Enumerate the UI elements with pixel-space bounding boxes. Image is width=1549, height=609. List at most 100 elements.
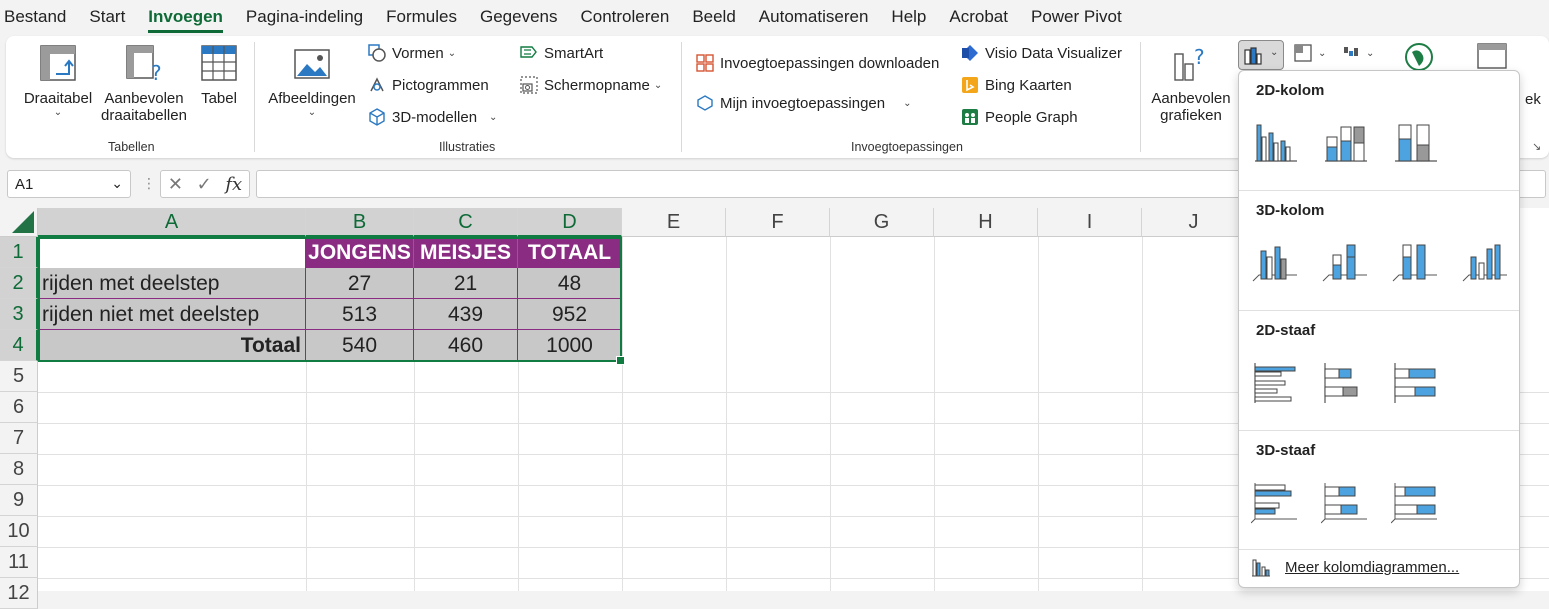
row-header-9[interactable]: 9 [0,485,38,516]
3d-stacked-column-icon[interactable] [1321,237,1369,285]
3d-column-icon[interactable] [1461,237,1509,285]
row-header-8[interactable]: 8 [0,454,38,485]
menu-gegevens[interactable]: Gegevens [480,7,558,27]
column-header-j[interactable]: J [1142,208,1246,237]
cell-a3[interactable]: rijden niet met deelstep [38,299,306,330]
cell-c4[interactable]: 460 [414,330,518,361]
row-header-3[interactable]: 3 [0,299,38,330]
menu-help[interactable]: Help [891,7,926,27]
3d-clustered-column-icon[interactable] [1251,237,1299,285]
menu-power-pivot[interactable]: Power Pivot [1031,7,1122,27]
group-illustraties: Illustraties [439,140,496,154]
aanbevolen-label-1: Aanbevolen [104,90,184,107]
row-header-1[interactable]: 1 [0,237,38,268]
chevron-down-icon[interactable]: ⌄ [111,175,123,192]
menu-formules[interactable]: Formules [386,7,457,27]
hierarchy-chart-button[interactable]: ⌄ [1294,44,1326,62]
icons-icon [370,77,384,92]
column-header-d[interactable]: D [518,208,622,237]
cell-c2[interactable]: 21 [414,268,518,299]
row-header-4[interactable]: 4 [0,330,38,361]
row-header-6[interactable]: 6 [0,392,38,423]
maps-chart-button[interactable] [1404,42,1440,72]
cell-a4[interactable]: Totaal [38,330,306,361]
smartart-button[interactable]: SmartArt [520,44,603,62]
tabel-button[interactable]: Tabel [196,44,242,107]
invoegtoepassingen-downloaden-button[interactable]: Invoegtoepassingen downloaden [696,54,939,72]
menu-invoegen[interactable]: Invoegen [148,7,223,33]
cell-d2[interactable]: 48 [518,268,622,299]
people-graph-button[interactable]: People Graph [961,108,1078,126]
cell-b3[interactable]: 513 [306,299,414,330]
column-chart-button[interactable]: ⌄ [1238,40,1284,70]
row-header-5[interactable]: 5 [0,361,38,392]
column-header-c[interactable]: C [414,208,518,237]
column-header-e[interactable]: E [622,208,726,237]
menu-pagina-indeling[interactable]: Pagina-indeling [246,7,363,27]
menu-start[interactable]: Start [89,7,125,27]
cell-d4[interactable]: 1000 [518,330,622,361]
vormen-button[interactable]: Vormen ⌄ [368,44,456,62]
row-header-7[interactable]: 7 [0,423,38,454]
clustered-column-icon[interactable] [1251,117,1299,165]
pictogrammen-button[interactable]: Pictogrammen [368,76,489,94]
mijn-invoegtoepassingen-button[interactable]: Mijn invoegtoepassingen ⌄ [696,94,912,112]
clustered-bar-icon[interactable] [1251,359,1299,407]
stacked-column-icon[interactable] [1321,117,1369,165]
cell-b1[interactable]: JONGENS [306,237,414,268]
cell-b2[interactable]: 27 [306,268,414,299]
name-box[interactable]: A1 ⌄ [7,170,131,198]
afbeeldingen-button[interactable]: Afbeeldingen ⌄ [262,46,362,118]
stacked-bar-icon[interactable] [1321,359,1369,407]
row-header-12[interactable]: 12 [0,578,38,609]
separator [254,42,255,152]
aanbevolen-draaitabellen-button[interactable]: ? Aanbevolen draaitabellen [100,44,188,124]
3d-stacked-bar-icon[interactable] [1321,479,1369,527]
3d-clustered-bar-icon[interactable] [1251,479,1299,527]
menu-acrobat[interactable]: Acrobat [949,7,1008,27]
column-header-h[interactable]: H [934,208,1038,237]
aanbevolen-grafieken-button[interactable]: ? Aanbevolen grafieken [1148,44,1234,124]
column-header-i[interactable]: I [1038,208,1142,237]
section-separator [1239,430,1519,431]
column-header-a[interactable]: A [38,208,306,237]
cell-c1[interactable]: MEISJES [414,237,518,268]
cell-a1[interactable] [38,237,306,268]
select-all-button[interactable] [0,208,38,237]
aanbevolen-label-2: draaitabellen [101,107,187,124]
100-stacked-column-icon[interactable] [1391,117,1439,165]
tabel-label: Tabel [201,90,237,107]
bing-kaarten-button[interactable]: Bing Kaarten [961,76,1072,94]
cell-a2[interactable]: rijden met deelstep [38,268,306,299]
column-header-g[interactable]: G [830,208,934,237]
insert-function-icon[interactable]: fx [225,174,242,195]
row-header-11[interactable]: 11 [0,547,38,578]
visio-button[interactable]: Visio Data Visualizer [961,44,1122,62]
3d-modellen-button[interactable]: 3D-modellen ⌄ [368,108,497,126]
column-header-b[interactable]: B [306,208,414,237]
cell-d3[interactable]: 952 [518,299,622,330]
draaitabel-button[interactable]: Draaitabel ⌄ [20,44,96,118]
pivotchart-button[interactable] [1476,42,1514,70]
cell-c3[interactable]: 439 [414,299,518,330]
drag-handle-icon[interactable]: ⋮ [142,175,156,192]
pictogrammen-label: Pictogrammen [392,76,489,94]
menu-automatiseren[interactable]: Automatiseren [759,7,869,27]
dialog-launcher-icon[interactable]: ↘ [1532,140,1541,153]
enter-icon[interactable]: ✓ [197,174,212,195]
column-header-f[interactable]: F [726,208,830,237]
row-header-2[interactable]: 2 [0,268,38,299]
waterfall-chart-button[interactable]: ⌄ [1342,44,1374,62]
cell-d1[interactable]: TOTAAL [518,237,622,268]
3d-100-stacked-bar-icon[interactable] [1391,479,1439,527]
cancel-icon[interactable]: ✕ [168,174,183,195]
row-header-10[interactable]: 10 [0,516,38,547]
cell-b4[interactable]: 540 [306,330,414,361]
100-stacked-bar-icon[interactable] [1391,359,1439,407]
3d-100-stacked-column-icon[interactable] [1391,237,1439,285]
menu-controleren[interactable]: Controleren [580,7,669,27]
menu-beeld[interactable]: Beeld [692,7,735,27]
more-column-charts-link[interactable]: Meer kolomdiagrammen... [1251,557,1459,577]
schermopname-button[interactable]: Schermopname ⌄ [520,76,662,94]
menu-bestand[interactable]: Bestand [4,7,66,27]
